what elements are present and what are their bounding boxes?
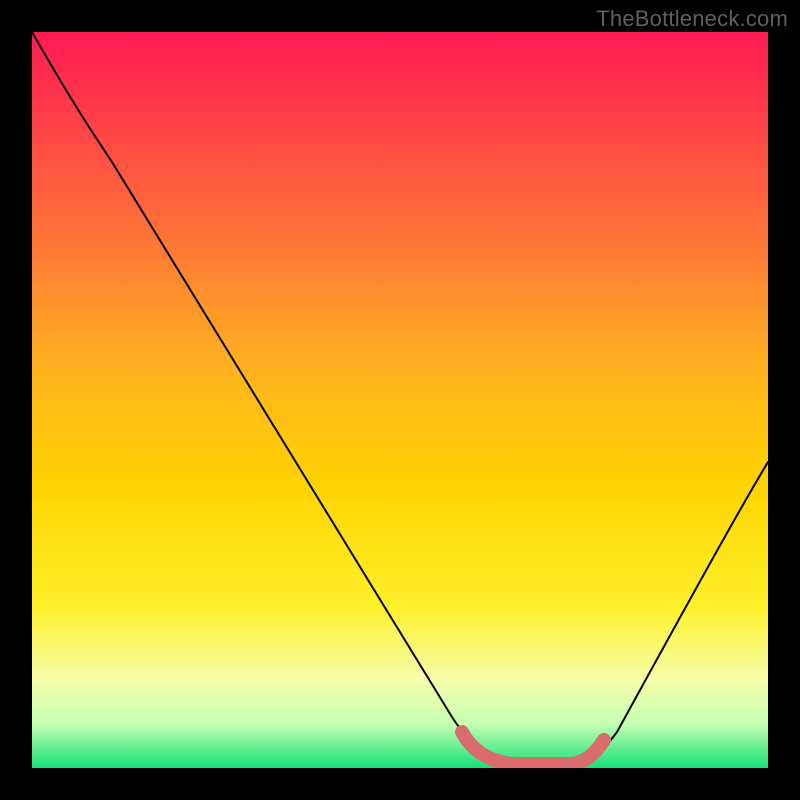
watermark-text: TheBottleneck.com: [596, 6, 788, 32]
plot-area: [32, 32, 768, 768]
outer-frame: TheBottleneck.com: [0, 0, 800, 800]
chart-svg: [32, 32, 768, 768]
